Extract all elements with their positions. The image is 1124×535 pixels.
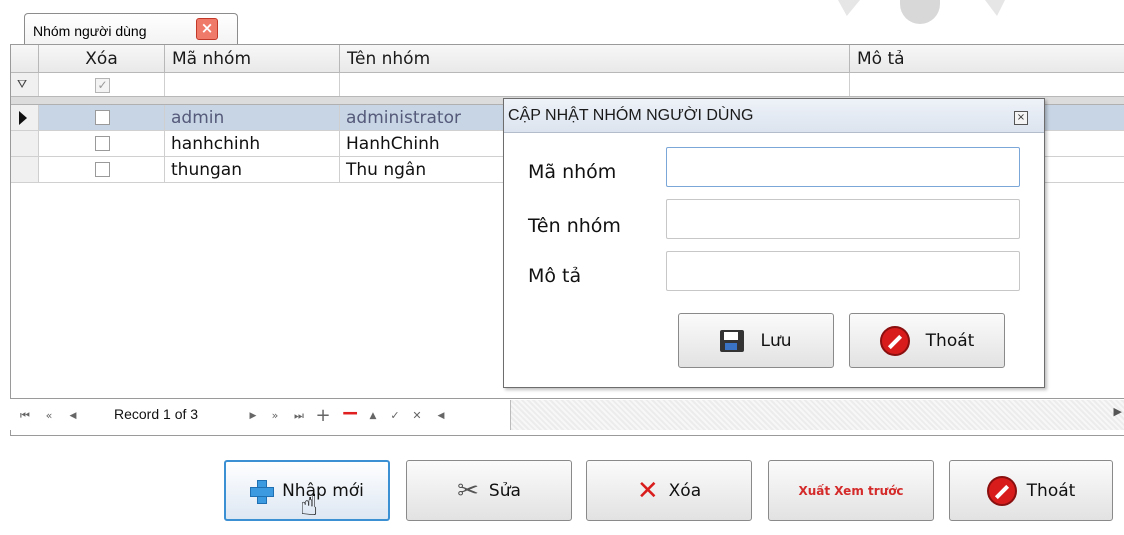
prev-record-icon[interactable]: ◀ (64, 405, 82, 425)
column-header-code[interactable]: Mã nhóm (165, 45, 340, 73)
delete-icon: ✕ (636, 475, 659, 506)
row-indicator (11, 105, 39, 130)
prev-page-icon[interactable]: « (40, 405, 58, 425)
edit-button[interactable]: ✂ Sửa (406, 460, 572, 521)
name-label: Tên nhóm (528, 215, 621, 237)
name-input[interactable] (666, 199, 1020, 239)
delete-button[interactable]: ✕ Xóa (586, 460, 752, 521)
filter-cell-name[interactable] (340, 73, 850, 96)
exit-button-label: Thoát (1026, 480, 1076, 501)
column-header-name[interactable]: Tên nhóm (340, 45, 850, 73)
cell-delete[interactable] (39, 131, 165, 156)
delete-checkbox[interactable] (95, 162, 110, 177)
code-label: Mã nhóm (528, 161, 617, 183)
description-input[interactable] (666, 251, 1020, 291)
column-header-delete[interactable]: Xóa (39, 45, 165, 73)
delete-button-label: Xóa (668, 480, 702, 501)
code-input[interactable] (666, 147, 1020, 187)
tab-close-icon[interactable]: × (196, 18, 218, 40)
cell-code-text: thungan (171, 160, 242, 180)
filter-cell-delete[interactable]: ✓ (39, 73, 165, 96)
filter-checkbox[interactable]: ✓ (95, 78, 110, 93)
row-indicator-header (11, 45, 39, 73)
scroll-left-icon[interactable]: ◀ (432, 405, 450, 425)
update-user-group-dialog: CẬP NHẬT NHÓM NGƯỜI DÙNG × Mã nhóm Tên n… (503, 98, 1045, 388)
filter-cell-description[interactable] (850, 73, 1124, 96)
next-record-icon[interactable]: ▶ (244, 405, 262, 425)
delete-checkbox[interactable] (95, 110, 110, 125)
cell-code-text: hanhchinh (171, 134, 261, 154)
cancel-edit-icon[interactable]: ✕ (408, 405, 426, 425)
exit-button[interactable]: Thoát (949, 460, 1113, 521)
dialog-title: CẬP NHẬT NHÓM NGƯỜI DÙNG (508, 107, 754, 124)
dialog-title-bar: CẬP NHẬT NHÓM NGƯỜI DÙNG × (504, 99, 1044, 133)
cell-name-text: Thu ngân (346, 160, 427, 180)
scroll-right-icon[interactable]: ▶ (1114, 405, 1122, 418)
record-counter: Record 1 of 3 (114, 406, 199, 422)
delete-record-icon[interactable]: − (340, 403, 359, 425)
cell-delete[interactable] (39, 157, 165, 182)
record-navigator: ⏮ « ◀ Record 1 of 3 ▶ » ⏭ + − ▲ ✓ ✕ ◀ ▶ (10, 398, 1124, 430)
decoration-shape (838, 0, 860, 16)
decoration-shape (985, 0, 1005, 16)
tab-label: Nhóm người dùng (33, 23, 147, 39)
dialog-close-icon[interactable]: × (1014, 111, 1028, 125)
filter-row: ⛛ ✓ (11, 73, 1124, 97)
row-indicator (11, 157, 39, 182)
cell-name-text: HanhChinh (346, 134, 440, 154)
app-window: Nhóm người dùng × Xóa Mã nhóm Tên nhóm M… (0, 0, 1124, 535)
decoration-shape (900, 0, 940, 24)
column-header-description[interactable]: Mô tả (850, 45, 1124, 73)
first-record-icon[interactable]: ⏮ (16, 405, 34, 425)
filter-cell-code[interactable] (165, 73, 340, 96)
preview-button-label: Xuất Xem trước (798, 483, 904, 498)
floppy-disk-icon (720, 329, 745, 352)
add-icon (250, 479, 275, 504)
dialog-exit-label: Thoát (925, 330, 975, 351)
cell-code[interactable]: thungan (165, 157, 340, 182)
stop-icon (879, 325, 910, 356)
edit-button-label: Sửa (488, 480, 521, 501)
hand-cursor-icon: ☝ (300, 488, 319, 523)
filter-icon: ⛛ (17, 77, 28, 91)
tab-user-groups[interactable]: Nhóm người dùng × (24, 13, 238, 45)
edit-record-icon[interactable]: ▲ (364, 405, 382, 425)
tools-icon: ✂ (457, 475, 479, 506)
preview-export-button[interactable]: Xuất Xem trước (768, 460, 934, 521)
cell-code[interactable]: admin (165, 105, 340, 130)
cell-name-text: administrator (346, 108, 461, 128)
post-edit-icon[interactable]: ✓ (386, 405, 404, 425)
cell-code-text: admin (171, 108, 225, 128)
horizontal-scrollbar[interactable] (510, 400, 1124, 430)
last-record-icon[interactable]: ⏭ (290, 405, 308, 425)
new-button-label: Nhập mới (282, 480, 364, 501)
cell-code[interactable]: hanhchinh (165, 131, 340, 156)
delete-checkbox[interactable] (95, 136, 110, 151)
save-button-label: Lưu (760, 330, 792, 351)
next-page-icon[interactable]: » (266, 405, 284, 425)
append-record-icon[interactable]: + (314, 405, 332, 426)
description-label: Mô tả (528, 265, 582, 287)
save-button[interactable]: Lưu (678, 313, 834, 368)
filter-indicator: ⛛ (11, 73, 39, 96)
cell-delete[interactable] (39, 105, 165, 130)
dialog-exit-button[interactable]: Thoát (849, 313, 1005, 368)
stop-icon (986, 475, 1017, 506)
current-row-arrow-icon (19, 111, 27, 125)
row-indicator (11, 131, 39, 156)
